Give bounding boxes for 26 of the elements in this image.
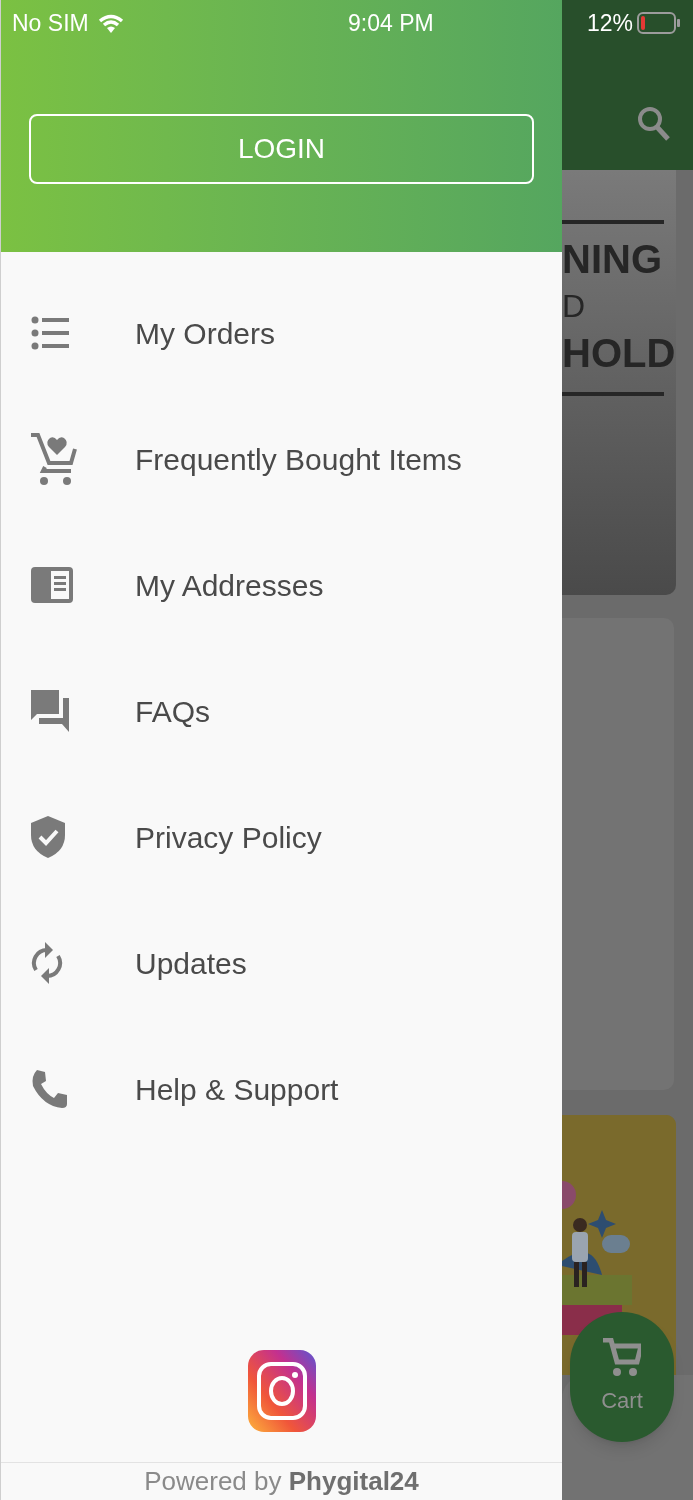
sync-icon: [31, 942, 63, 984]
battery-percent: 12%: [586, 8, 633, 38]
menu-item[interactable]: Help & Support: [135, 1066, 339, 1112]
menu-item[interactable]: Updates: [135, 940, 247, 986]
wifi-icon: [96, 12, 125, 34]
menu-item[interactable]: My Addresses: [135, 562, 324, 608]
powered-by-text: Powered by Phygital24: [144, 1465, 419, 1498]
banner-text: HOLD: [562, 330, 676, 377]
instagram-icon[interactable]: [247, 1350, 316, 1432]
menu-item[interactable]: FAQs: [135, 688, 210, 734]
phone-icon: [31, 1070, 67, 1108]
cart-icon: [603, 1337, 641, 1378]
menu-item[interactable]: Privacy Policy: [135, 814, 322, 860]
shield-check-icon: [31, 816, 65, 858]
cart-heart-icon: [31, 433, 77, 485]
menu-item[interactable]: Frequently Bought Items: [135, 436, 462, 482]
address-book-icon: [31, 567, 73, 603]
banner-text: NING: [562, 236, 662, 283]
banner-text: D: [562, 287, 586, 326]
battery-icon: [637, 11, 681, 35]
carrier-text: No SIM: [12, 8, 89, 38]
search-icon[interactable]: [637, 106, 671, 142]
menu-item[interactable]: My Orders: [135, 310, 275, 356]
chat-icon: [31, 690, 71, 732]
list-icon: [31, 316, 69, 350]
time-text: 9:04 PM: [348, 8, 434, 38]
